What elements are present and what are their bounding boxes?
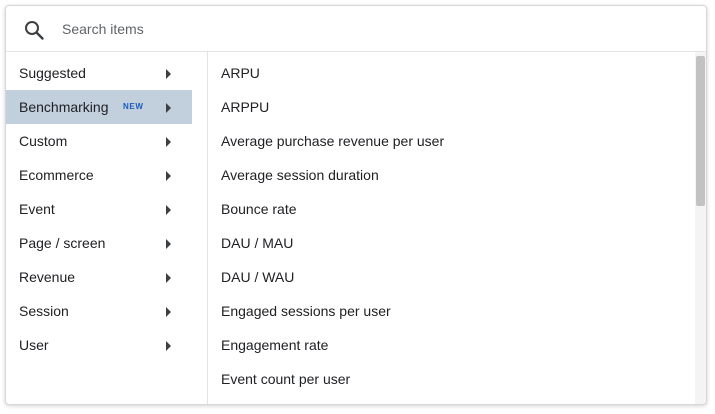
metric-item-event-count-per-user[interactable]: Event count per user (208, 362, 695, 396)
chevron-right-icon (164, 169, 172, 181)
metric-label: ARPPU (221, 99, 270, 115)
item-picker-panel: Suggested Benchmarking NEW Custom Ecomme… (5, 5, 707, 405)
chevron-right-icon (164, 271, 172, 283)
category-label: Ecommerce (19, 167, 94, 183)
metric-label: DAU / WAU (221, 269, 295, 285)
metric-item-engaged-sessions-per-user[interactable]: Engaged sessions per user (208, 294, 695, 328)
metric-item-arppu[interactable]: ARPPU (208, 90, 695, 124)
vertical-scrollbar[interactable] (695, 52, 706, 404)
chevron-right-icon (164, 135, 172, 147)
category-list: Suggested Benchmarking NEW Custom Ecomme… (6, 52, 208, 404)
category-item-ecommerce[interactable]: Ecommerce (6, 158, 192, 192)
metric-label: Average session duration (221, 167, 379, 183)
category-item-benchmarking[interactable]: Benchmarking NEW (6, 90, 192, 124)
category-label: Revenue (19, 269, 76, 285)
metric-item-dau-wau[interactable]: DAU / WAU (208, 260, 695, 294)
chevron-right-icon (164, 237, 172, 249)
metric-label: Engaged sessions per user (221, 303, 391, 319)
chevron-right-icon (164, 339, 172, 351)
category-item-page-screen[interactable]: Page / screen (6, 226, 192, 260)
category-item-user[interactable]: User (6, 328, 192, 362)
category-item-session[interactable]: Session (6, 294, 192, 328)
new-badge: NEW (123, 102, 144, 111)
category-label: Event (19, 201, 55, 217)
category-item-custom[interactable]: Custom (6, 124, 192, 158)
category-label: Suggested (19, 65, 86, 81)
metric-label: DAU / MAU (221, 235, 294, 251)
search-bar (6, 6, 706, 52)
metric-label: Engagement rate (221, 337, 329, 353)
category-item-event[interactable]: Event (6, 192, 192, 226)
chevron-right-icon (164, 203, 172, 215)
metric-item-engagement-rate[interactable]: Engagement rate (208, 328, 695, 362)
metric-item-average-session-duration[interactable]: Average session duration (208, 158, 695, 192)
search-icon (23, 19, 45, 41)
metric-label: ARPU (221, 65, 260, 81)
chevron-right-icon (164, 101, 172, 113)
metric-label: Bounce rate (221, 201, 297, 217)
category-label: Page / screen (19, 235, 106, 251)
search-input[interactable] (62, 16, 662, 42)
metric-item-arpu[interactable]: ARPU (208, 56, 695, 90)
category-label: User (19, 337, 49, 353)
category-label: Benchmarking (19, 99, 109, 115)
metric-item-dau-mau[interactable]: DAU / MAU (208, 226, 695, 260)
chevron-right-icon (164, 305, 172, 317)
metric-list: ARPU ARPPU Average purchase revenue per … (208, 52, 695, 404)
chevron-right-icon (164, 67, 172, 79)
metric-item-bounce-rate[interactable]: Bounce rate (208, 192, 695, 226)
category-item-revenue[interactable]: Revenue (6, 260, 192, 294)
metric-item-average-purchase-revenue-per-user[interactable]: Average purchase revenue per user (208, 124, 695, 158)
category-label: Custom (19, 133, 68, 149)
category-item-suggested[interactable]: Suggested (6, 56, 192, 90)
metric-label: Event count per user (221, 371, 351, 387)
category-label: Session (19, 303, 69, 319)
metric-label: Average purchase revenue per user (221, 133, 445, 149)
scrollbar-thumb[interactable] (696, 56, 705, 206)
